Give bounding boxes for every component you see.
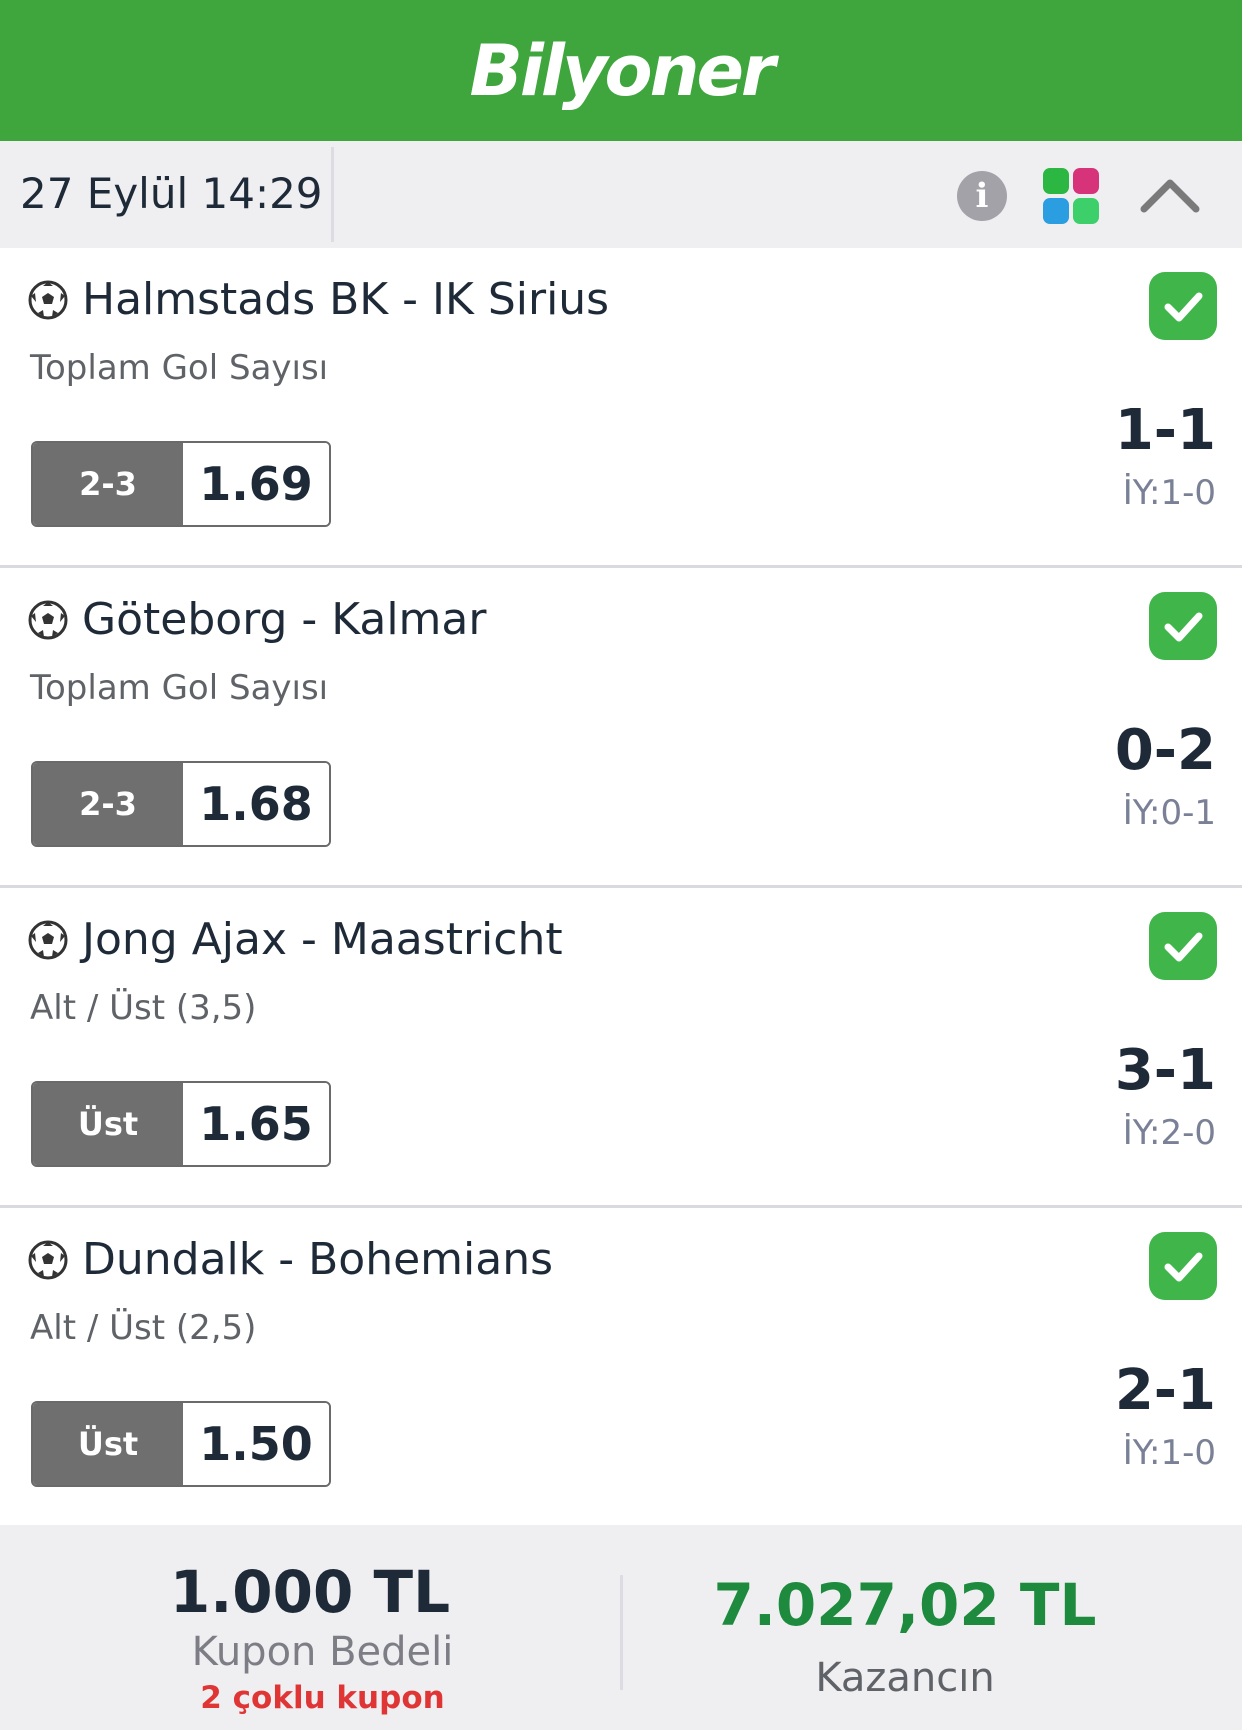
winnings-label: Kazancın	[815, 1655, 995, 1701]
stake-amount: 1.000 TL	[169, 1558, 451, 1626]
match-teams[interactable]: Jong Ajax - Maastricht	[82, 914, 563, 965]
halftime-score: İY:1-0	[1122, 1433, 1216, 1473]
odd-box[interactable]: 2-3 1.69	[31, 441, 331, 527]
check-icon	[1149, 912, 1217, 980]
bilyoner-logo[interactable]: Bilyoner	[470, 36, 776, 106]
summary-divider	[620, 1575, 623, 1690]
stake-label: Kupon Bedeli	[191, 1629, 454, 1675]
check-icon	[1149, 592, 1217, 660]
odd-value: 1.69	[183, 443, 329, 525]
odd-box[interactable]: 2-3 1.68	[31, 761, 331, 847]
top-bar: Bilyoner	[0, 0, 1242, 141]
pick-label: 2-3	[33, 763, 183, 845]
match-card: Halmstads BK - IK Sirius Toplam Gol Sayı…	[0, 248, 1242, 568]
share-icon[interactable]	[1043, 168, 1101, 226]
market-name: Toplam Gol Sayısı	[30, 348, 329, 388]
odd-value: 1.68	[183, 763, 329, 845]
match-score: 0-2	[1114, 718, 1216, 783]
market-name: Alt / Üst (3,5)	[30, 988, 257, 1028]
soccer-ball-icon	[28, 920, 68, 960]
pick-label: Üst	[33, 1403, 183, 1485]
soccer-ball-icon	[28, 600, 68, 640]
coupon-summary: 1.000 TL Kupon Bedeli 2 çoklu kupon 7.02…	[0, 1525, 1242, 1730]
halftime-score: İY:2-0	[1122, 1113, 1216, 1153]
info-icon[interactable]: i	[957, 171, 1007, 221]
match-score: 2-1	[1114, 1358, 1216, 1423]
soccer-ball-icon	[28, 1240, 68, 1280]
winnings-amount: 7.027,02 TL	[713, 1571, 1097, 1639]
halftime-score: İY:0-1	[1122, 793, 1216, 833]
match-teams[interactable]: Halmstads BK - IK Sirius	[82, 274, 609, 325]
match-teams[interactable]: Dundalk - Bohemians	[82, 1234, 553, 1285]
multi-coupon-link[interactable]: 2 çoklu kupon	[0, 1680, 645, 1716]
odd-value: 1.65	[183, 1083, 329, 1165]
chevron-up-icon[interactable]	[1140, 175, 1200, 215]
match-score: 1-1	[1114, 398, 1216, 463]
halftime-score: İY:1-0	[1122, 473, 1216, 513]
match-card: Jong Ajax - Maastricht Alt / Üst (3,5) Ü…	[0, 888, 1242, 1208]
market-name: Toplam Gol Sayısı	[30, 668, 329, 708]
match-card: Dundalk - Bohemians Alt / Üst (2,5) Üst …	[0, 1208, 1242, 1528]
check-icon	[1149, 1232, 1217, 1300]
odd-value: 1.50	[183, 1403, 329, 1485]
check-icon	[1149, 272, 1217, 340]
match-score: 3-1	[1114, 1038, 1216, 1103]
odd-box[interactable]: Üst 1.65	[31, 1081, 331, 1167]
soccer-ball-icon	[28, 280, 68, 320]
match-teams[interactable]: Göteborg - Kalmar	[82, 594, 486, 645]
odd-box[interactable]: Üst 1.50	[31, 1401, 331, 1487]
match-card: Göteborg - Kalmar Toplam Gol Sayısı 2-3 …	[0, 568, 1242, 888]
pick-label: 2-3	[33, 443, 183, 525]
market-name: Alt / Üst (2,5)	[30, 1308, 257, 1348]
pick-label: Üst	[33, 1083, 183, 1165]
coupon-datetime: 27 Eylül 14:29	[20, 169, 323, 218]
header-divider	[331, 147, 334, 242]
